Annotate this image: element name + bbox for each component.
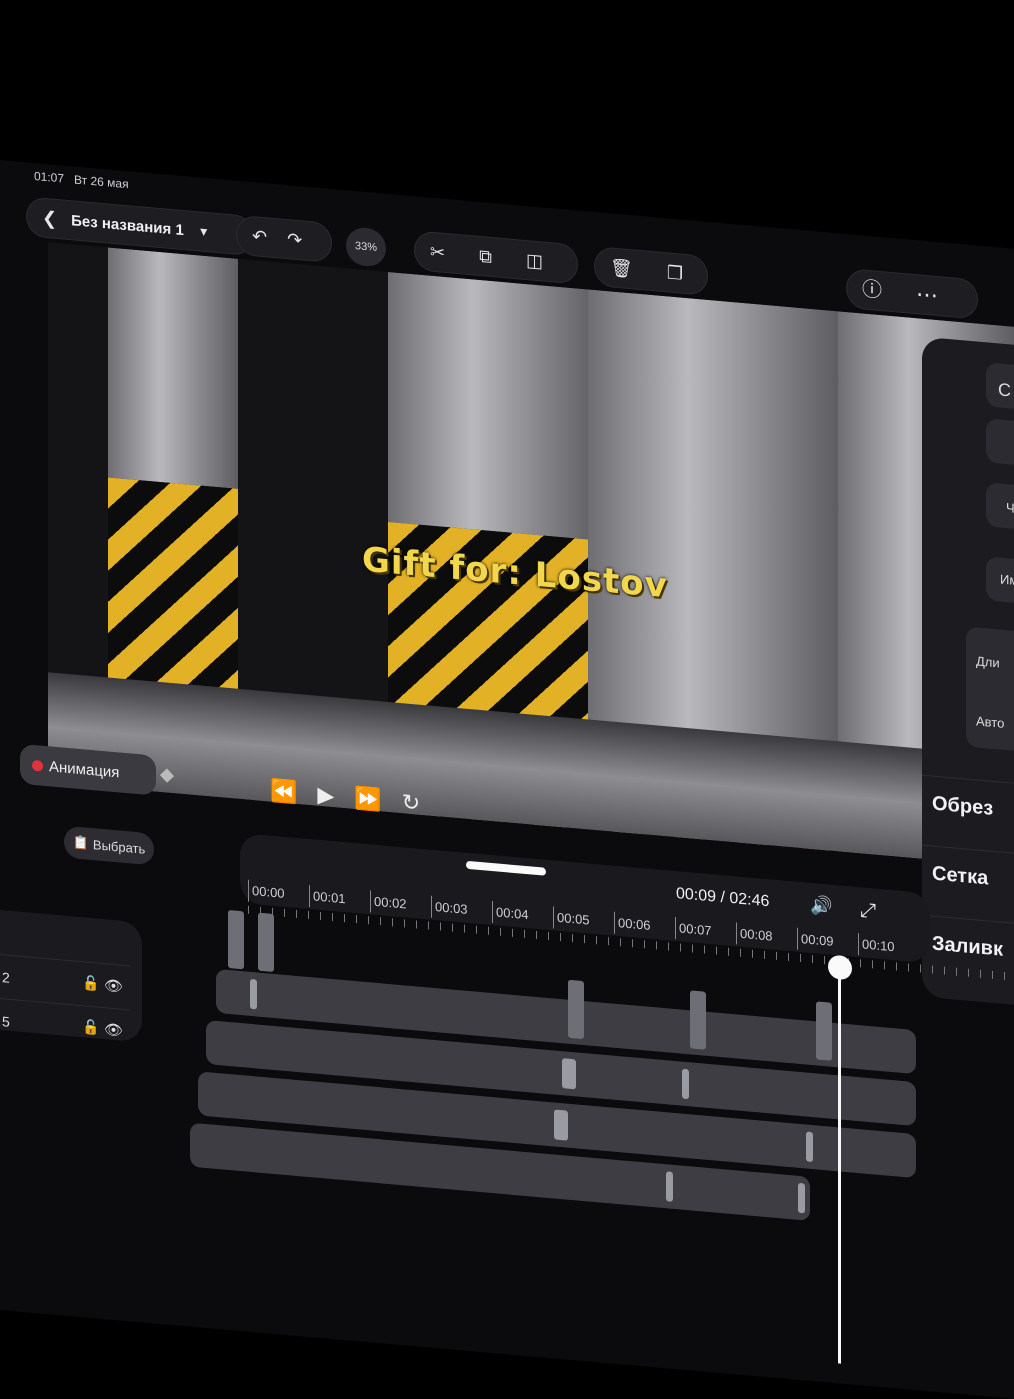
tick-label: 00:04	[492, 901, 553, 929]
video-preview[interactable]: Gift for: Lostov	[48, 242, 1014, 867]
time-readout: 00:09 / 02:46	[676, 885, 770, 911]
layer-label: 2	[2, 969, 10, 986]
animation-label: Анимация	[49, 757, 120, 781]
tick-label: 00:10	[858, 933, 919, 961]
keyframe-marker[interactable]	[816, 1001, 832, 1061]
tick-label: 00:08	[736, 922, 797, 950]
help-icon[interactable]: ⓘ	[862, 278, 882, 302]
tick-label: 00:05	[553, 906, 614, 934]
keyframe-marker[interactable]	[798, 1182, 805, 1214]
keyframe-marker[interactable]	[568, 979, 584, 1040]
tick-label: 00:01	[309, 885, 370, 913]
status-time: 01:07	[34, 168, 65, 186]
eye-icon[interactable]: 👁	[104, 1020, 123, 1040]
zoom-level[interactable]: 33%	[346, 226, 386, 268]
keyframe-marker[interactable]	[258, 912, 274, 972]
inspector-box-2[interactable]	[986, 418, 1014, 468]
loop-icon[interactable]: ↻	[402, 789, 420, 817]
duplicate-icon[interactable]: ❐	[667, 262, 683, 283]
inspector-grid[interactable]: Сетка	[922, 844, 1014, 916]
preview-pillar-1	[108, 247, 238, 749]
status-bar: 01:07 Вт 26 мая	[34, 169, 129, 191]
unlock-icon[interactable]: 🔓	[82, 1018, 99, 1037]
keyframe-marker[interactable]	[554, 1109, 568, 1141]
status-date: Вт 26 мая	[74, 172, 129, 192]
unlock-icon[interactable]: 🔓	[82, 974, 99, 993]
undo-redo-group: ↶ ↷	[236, 214, 332, 264]
tick-label: 00:07	[675, 917, 736, 945]
tick-label: 00:00	[248, 879, 309, 908]
volume-icon[interactable]: 🔊	[810, 895, 832, 918]
inspector-box-5[interactable]	[966, 626, 1014, 754]
rewind-icon[interactable]: ⏪	[270, 778, 297, 806]
tick-label: 00:06	[614, 911, 675, 940]
keyframe-marker[interactable]	[806, 1131, 813, 1163]
keyframe-marker[interactable]	[682, 1068, 689, 1100]
inspector-panel: С Ч Им Дли Авто Обрез Сетка Заливк	[922, 336, 1014, 1008]
arrange-group: 🗑 ❐	[594, 245, 708, 296]
trash-icon[interactable]: 🗑	[610, 257, 633, 279]
fast-forward-icon[interactable]: ⏩	[354, 785, 381, 813]
timeline-ruler[interactable]: 00:09 / 02:46 🔊 ⤢ 00:00 00:01 00:02 00:0…	[240, 832, 1008, 981]
play-icon[interactable]: ▶	[317, 782, 334, 809]
tick-label: 00:02	[370, 890, 431, 918]
chevron-left-icon[interactable]: ❮	[42, 208, 57, 229]
copy-icon[interactable]: ⧉	[479, 246, 492, 267]
drag-handle[interactable]	[466, 860, 546, 876]
playhead[interactable]	[838, 963, 841, 1364]
clipboard-icon: 📋	[72, 834, 89, 851]
inspector-crop[interactable]: Обрез	[922, 774, 1014, 846]
layer-label: 5	[2, 1013, 10, 1030]
record-dot-icon	[32, 759, 43, 772]
keyframe-marker[interactable]	[228, 909, 244, 970]
tick-label: 00:03	[431, 895, 492, 924]
project-title[interactable]: Без названия 1	[71, 212, 184, 239]
more-icon[interactable]: ⋯	[916, 281, 938, 308]
tick-label: 00:09	[797, 927, 858, 956]
keyframe-marker[interactable]	[690, 990, 706, 1050]
keyframe-marker[interactable]	[562, 1058, 576, 1090]
redo-icon[interactable]: ↷	[287, 229, 302, 250]
undo-icon[interactable]: ↶	[252, 226, 267, 247]
help-group: ⓘ ⋯	[846, 268, 978, 320]
keyframe-marker[interactable]	[250, 978, 257, 1010]
scissors-icon[interactable]: ✂	[430, 242, 445, 263]
eye-icon[interactable]: 👁	[104, 976, 123, 996]
app-screen: 01:07 Вт 26 мая ❮ Без названия 1 ▼ ↶ ↷ 3…	[0, 160, 1014, 1399]
chevron-down-icon[interactable]: ▼	[198, 224, 210, 239]
select-label: Выбрать	[92, 836, 146, 857]
layers-panel: 2 🔓 👁 5 🔓 👁	[0, 910, 142, 1055]
paste-icon[interactable]: ◫	[526, 250, 543, 271]
keyframe-marker[interactable]	[666, 1171, 673, 1202]
fullscreen-icon[interactable]: ⤢	[860, 899, 876, 923]
select-button[interactable]: 📋 Выбрать	[64, 825, 154, 866]
